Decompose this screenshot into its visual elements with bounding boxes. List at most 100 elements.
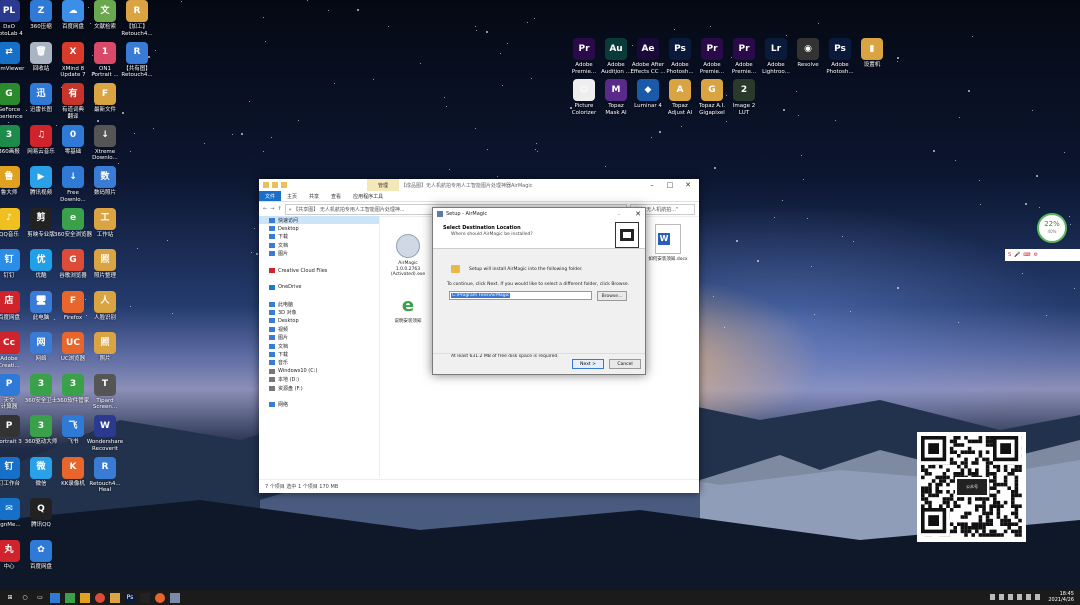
tab-share[interactable]: 共享 — [303, 191, 325, 201]
desktop-icon[interactable]: T Tipard Screen... — [82, 373, 128, 411]
chrome-icon[interactable] — [95, 592, 105, 603]
tab-app-tools[interactable]: 应用程序工具 — [347, 191, 389, 201]
nav-item-icon — [269, 309, 275, 315]
taskbar-app-icon[interactable] — [140, 592, 150, 603]
search-icon[interactable]: ○ — [20, 593, 30, 603]
tray-icon[interactable] — [990, 594, 995, 600]
tray-icon[interactable] — [1017, 594, 1022, 600]
desktop-icon[interactable]: ▮ 设置机 — [849, 38, 895, 69]
desktop-icon[interactable]: F 最新文件 — [82, 83, 128, 114]
app-icon: 店 — [0, 290, 20, 313]
nav-item[interactable]: 资源盘 (F:) — [259, 384, 379, 392]
volume-icon[interactable] — [1026, 594, 1031, 600]
app-icon: 3 — [62, 373, 84, 396]
desktop-icon[interactable]: 照照片整理 — [82, 249, 128, 280]
nav-item[interactable]: 文档 — [259, 241, 379, 249]
app-icon: 工 — [94, 207, 116, 230]
tab-view[interactable]: 查看 — [325, 191, 347, 201]
tray-icon[interactable] — [1008, 594, 1013, 600]
app-icon: Ps — [669, 38, 691, 60]
nav-item[interactable]: Windows10 (C:) — [259, 367, 379, 375]
nav-item[interactable]: Desktop — [259, 317, 379, 325]
close-button[interactable]: ✕ — [679, 179, 697, 191]
desktop-icon-label: 设置机 — [863, 62, 881, 68]
file-label: 如何安装须知.docx — [648, 257, 688, 262]
taskbar-app-icon[interactable] — [50, 592, 60, 603]
nav-item[interactable]: 图片 — [259, 250, 379, 258]
taskbar-clock[interactable]: 18:45 2021/4/26 — [1048, 591, 1074, 603]
maximize-button[interactable]: □ — [661, 179, 679, 191]
settings-icon[interactable]: ⚙ — [1034, 252, 1038, 258]
taskbar-app-icon[interactable] — [80, 592, 90, 603]
tab-home[interactable]: 主页 — [281, 191, 303, 201]
file-item-airmagic-exe[interactable]: AirMagic 1.0.0.2763 (Activated).exe — [388, 234, 428, 278]
desktop-icon[interactable]: ↓ Xtreme Downlo... — [82, 124, 128, 162]
nav-item[interactable]: 此电脑 — [259, 300, 379, 308]
nav-item[interactable]: Creative Cloud Files — [259, 266, 379, 274]
nav-item[interactable]: Desktop — [259, 224, 379, 232]
desktop-icon[interactable]: 工工作站 — [82, 207, 128, 239]
input-method-toolbar[interactable]: S 🎤 ⌨ ⚙ — [1005, 249, 1080, 261]
nav-item[interactable]: 下载 — [259, 233, 379, 241]
sogou-icon[interactable]: S — [1008, 252, 1011, 258]
desktop-icon[interactable]: 照照片 — [82, 332, 128, 363]
taskbar-app-icon[interactable] — [65, 592, 75, 603]
desktop-icon-label: 工作站 — [96, 231, 114, 238]
browse-button[interactable]: Browse... — [597, 291, 627, 301]
close-button[interactable]: ✕ — [631, 208, 645, 220]
nav-item-label: 网络 — [278, 402, 289, 409]
nav-item[interactable]: 音乐 — [259, 359, 379, 367]
nav-item[interactable]: 网络 — [259, 401, 379, 409]
forward-arrow-icon[interactable]: → — [270, 206, 274, 212]
desktop-icon[interactable]: 2 Image 2 LUT — [721, 79, 767, 116]
nav-item[interactable]: 视频 — [259, 325, 379, 333]
tray-icon[interactable] — [999, 594, 1004, 600]
setup-dialog[interactable]: Setup - AirMagic – ✕ Select Destination … — [432, 207, 646, 375]
keyboard-icon[interactable]: ⌨ — [1023, 252, 1030, 258]
mic-icon[interactable]: 🎤 — [1014, 252, 1020, 258]
app-icon: 3 — [30, 373, 52, 396]
tab-file[interactable]: 文件 — [259, 191, 282, 201]
nav-item[interactable]: 3D 对象 — [259, 308, 379, 316]
file-item-shortcut[interactable]: e 说明安装须知 — [388, 296, 428, 325]
task-view-icon[interactable]: ▭ — [35, 593, 45, 603]
explorer-titlebar[interactable]: 管理 【成品图】无人机航拍专用人工智能图片处理神器AirMagic – □ ✕ — [259, 179, 699, 191]
start-button-icon[interactable]: ⊞ — [5, 593, 15, 603]
nav-item[interactable]: 文档 — [259, 342, 379, 350]
back-arrow-icon[interactable]: ← — [263, 206, 267, 212]
taskbar-app-icon[interactable] — [110, 592, 120, 603]
nav-item[interactable]: 本地 (D:) — [259, 375, 379, 383]
desktop-icon[interactable]: Q 腾讯QQ — [18, 498, 64, 529]
setup-titlebar[interactable]: Setup - AirMagic – ✕ — [433, 208, 645, 220]
minimize-button[interactable]: – — [643, 179, 661, 191]
next-button[interactable]: Next > — [572, 359, 604, 369]
firefox-icon[interactable] — [155, 592, 165, 603]
nav-item[interactable]: 图片 — [259, 333, 379, 341]
context-tab-manage[interactable]: 管理 — [367, 179, 399, 191]
desktop-icon[interactable]: 人人脸识别 — [82, 290, 128, 322]
nav-item-icon — [269, 385, 275, 391]
desktop-icon[interactable]: R Retouch4... Heal — [82, 456, 128, 494]
performance-gauge-widget[interactable]: 22% 40% — [1037, 213, 1067, 243]
destination-path-input[interactable]: C:\Program Files\AirMagic — [449, 291, 592, 300]
up-arrow-icon[interactable]: ↑ — [277, 206, 281, 212]
desktop-icon[interactable]: 数数码照片 — [82, 166, 128, 197]
desktop-icon[interactable]: R 【共有图】 Retouch4... — [114, 41, 160, 79]
desktop-icon[interactable]: R 【加工】 Retouch4... — [114, 0, 160, 37]
minimize-button[interactable]: – — [613, 208, 625, 220]
nav-item-label: 下载 — [278, 351, 289, 358]
cancel-button[interactable]: Cancel — [609, 359, 641, 369]
desktop-icon-label: 百度网盘 — [29, 563, 52, 570]
setup-taskbar-icon[interactable] — [170, 592, 180, 603]
network-icon[interactable] — [1035, 594, 1040, 600]
desktop-icon[interactable]: W Wondershare Recoverit — [82, 415, 128, 452]
qr-code-overlay: 公众号 — [917, 432, 1026, 542]
photoshop-icon[interactable]: Ps — [125, 592, 135, 603]
desktop-icon[interactable]: ✿ 百度网盘 — [18, 539, 64, 571]
nav-item-icon — [269, 226, 275, 232]
nav-item[interactable]: OneDrive — [259, 283, 379, 291]
file-item-docx[interactable]: W 如何安装须知.docx — [648, 224, 688, 263]
nav-item[interactable]: 快速访问 — [259, 216, 379, 225]
clock-date: 2021/4/26 — [1048, 597, 1074, 603]
nav-item[interactable]: 下载 — [259, 350, 379, 358]
